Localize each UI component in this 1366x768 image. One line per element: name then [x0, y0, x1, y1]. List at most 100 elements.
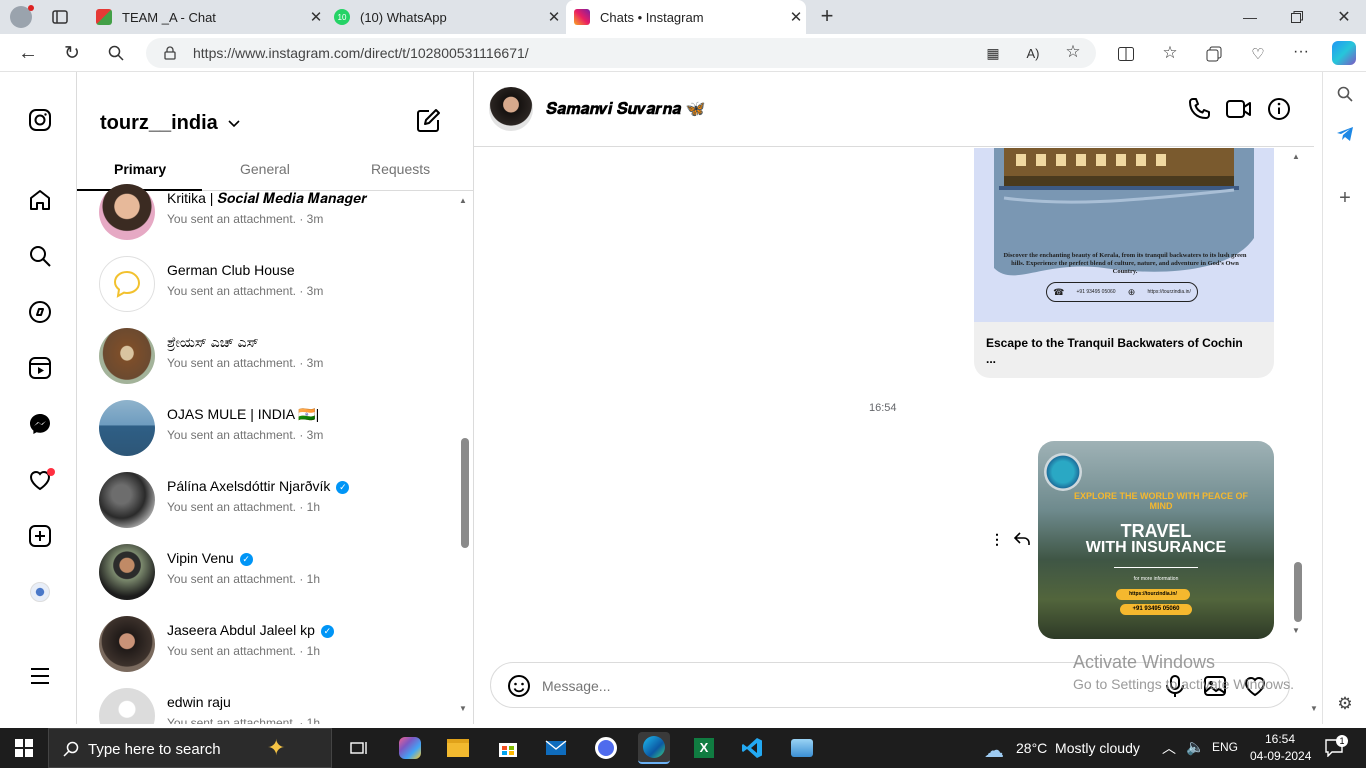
scroll-up-arrow[interactable]: ▲	[1292, 152, 1300, 161]
account-switcher[interactable]: tourz__india	[100, 112, 240, 135]
list-item[interactable]: German Club House You sent an attachment…	[99, 256, 449, 320]
performance-icon[interactable]: ♡	[1248, 44, 1268, 64]
scrollbar-thumb[interactable]	[461, 438, 469, 548]
list-item[interactable]: Pálína Axelsdóttir Njarðvík ✓ You sent an…	[99, 472, 449, 536]
contact-name[interactable]: 𝑺𝒂𝒎𝒂𝒏𝒗𝒊 𝑺𝒖𝒗𝒂𝒓𝒏𝒂 🦋	[546, 99, 705, 119]
clock-date[interactable]: 04-09-2024	[1250, 749, 1311, 763]
telegram-icon[interactable]	[1335, 124, 1355, 144]
info-icon[interactable]	[1266, 96, 1292, 122]
close-window-button[interactable]: ✕	[1332, 6, 1356, 28]
chat-preview: You sent an attachment. · 3m	[167, 428, 324, 442]
clock-time[interactable]: 16:54	[1265, 732, 1295, 746]
restore-button[interactable]	[1285, 6, 1309, 28]
app-available-icon[interactable]: ▦	[984, 44, 1002, 62]
notification-count-badge: 1	[1336, 735, 1348, 747]
contact-avatar[interactable]	[489, 87, 533, 131]
favorites-icon[interactable]: ☆	[1160, 43, 1180, 63]
address-bar[interactable]: https://www.instagram.com/direct/t/10280…	[146, 38, 1096, 68]
list-item[interactable]: OJAS MULE | INDIA 🇮🇳| You sent an attach…	[99, 400, 449, 464]
hamburger-menu-icon[interactable]	[28, 664, 52, 688]
globe-logo-icon	[1044, 453, 1082, 491]
edge-browser-icon[interactable]	[638, 732, 670, 764]
search-icon[interactable]	[104, 42, 128, 64]
split-screen-icon[interactable]	[1116, 44, 1136, 64]
weather-cloud-icon[interactable]: ☁	[984, 738, 1004, 763]
chat-preview: You sent an attachment. · 3m	[167, 356, 324, 370]
home-icon[interactable]	[28, 188, 52, 212]
taskbar-search-box[interactable]: Type here to search ✦	[48, 728, 332, 768]
volume-icon[interactable]: 🔈	[1186, 738, 1205, 756]
favorite-star-icon[interactable]: ☆	[1064, 42, 1082, 61]
task-view-icon[interactable]	[344, 732, 376, 764]
tab-primary[interactable]: Primary	[114, 161, 166, 177]
tab-requests[interactable]: Requests	[371, 161, 430, 177]
reply-icon[interactable]	[1012, 530, 1032, 548]
show-hidden-icons-chevron-up-icon[interactable]: ︿	[1162, 738, 1176, 758]
language-indicator[interactable]: ENG	[1212, 740, 1238, 754]
more-options-icon[interactable]: ⋮	[990, 530, 1004, 548]
tab-team-chat[interactable]: TEAM _A - Chat ✕	[88, 0, 326, 34]
list-item[interactable]: Kritika | 𝑺𝒐𝒄𝒊𝒂𝒍 𝑴𝒆𝒅𝒊𝒂 𝑴𝒂𝒏𝒂𝒈𝒆𝒓 You sent …	[99, 184, 449, 248]
file-explorer-icon[interactable]	[442, 732, 474, 764]
weather-text[interactable]: 28°C Mostly cloudy	[1016, 740, 1140, 756]
close-icon[interactable]: ✕	[544, 8, 564, 26]
reels-icon[interactable]	[28, 356, 52, 380]
conversation-panel: 𝑺𝒂𝒎𝒂𝒏𝒗𝒊 𝑺𝒖𝒗𝒂𝒓𝒏𝒂 🦋 Discover the enchantin…	[474, 72, 1314, 724]
profile-avatar[interactable]	[30, 582, 50, 602]
scroll-down-arrow[interactable]: ▼	[459, 704, 467, 713]
tab-general[interactable]: General	[240, 161, 290, 177]
page-scroll-down-arrow[interactable]: ▼	[1310, 704, 1318, 713]
minimize-button[interactable]: —	[1238, 6, 1262, 28]
mail-icon[interactable]	[540, 732, 572, 764]
close-icon[interactable]: ✕	[786, 8, 806, 26]
phone-call-icon[interactable]	[1186, 96, 1212, 122]
emoji-icon[interactable]	[507, 674, 531, 698]
copilot-taskbar-icon[interactable]	[394, 732, 426, 764]
excel-icon[interactable]: X	[688, 732, 720, 764]
list-item[interactable]: Vipin Venu ✓ You sent an attachment. · 1h	[99, 544, 449, 608]
video-call-icon[interactable]	[1225, 96, 1253, 122]
tab-instagram[interactable]: Chats • Instagram ✕	[566, 0, 806, 34]
insurance-url-pill: https://tourzindia.in/	[1116, 589, 1190, 600]
tab-actions-icon[interactable]	[50, 8, 70, 26]
globe-icon: ⊕	[1127, 286, 1136, 297]
lock-icon[interactable]	[162, 45, 178, 61]
scroll-down-arrow[interactable]: ▼	[1292, 626, 1300, 635]
windows-taskbar: Type here to search ✦ X ☁ 28°C Mostly cl…	[0, 728, 1366, 768]
tab-whatsapp[interactable]: 10 (10) WhatsApp ✕	[326, 0, 564, 34]
whatsapp-icon: 10	[334, 9, 350, 25]
explore-icon[interactable]	[28, 300, 52, 324]
settings-gear-icon[interactable]: ⚙	[1335, 694, 1355, 714]
search-icon	[61, 739, 81, 759]
read-aloud-icon[interactable]: A)	[1024, 44, 1042, 62]
instagram-logo-icon[interactable]	[28, 108, 52, 132]
scrollbar-thumb[interactable]	[1294, 562, 1302, 622]
list-item[interactable]: edwin raju You sent an attachment. · 1h	[99, 688, 449, 724]
close-icon[interactable]: ✕	[306, 8, 326, 26]
message-input[interactable]	[542, 675, 1102, 697]
windows-start-icon[interactable]	[14, 738, 34, 758]
more-menu-icon[interactable]: ···	[1291, 42, 1311, 62]
list-item[interactable]: ಶ್ರೇಯಸ್ ಎಚ್ ಎಸ್ You sent an attachment. …	[99, 328, 449, 392]
back-icon[interactable]: ←	[16, 42, 40, 64]
copilot-icon[interactable]	[1332, 41, 1356, 65]
shared-image-insurance[interactable]: EXPLORE THE WORLD WITH PEACE OF MIND TRA…	[1038, 441, 1274, 639]
microsoft-store-icon[interactable]	[492, 732, 524, 764]
vscode-icon[interactable]	[736, 732, 768, 764]
messenger-icon[interactable]	[28, 412, 52, 436]
refresh-icon[interactable]: ↻	[60, 42, 84, 64]
create-icon[interactable]	[28, 524, 52, 548]
scroll-up-arrow[interactable]: ▲	[459, 196, 467, 205]
list-item[interactable]: Jaseera Abdul Jaleel kp ✓ You sent an att…	[99, 616, 449, 680]
new-tab-button[interactable]: +	[816, 3, 838, 28]
add-icon[interactable]: +	[1335, 187, 1355, 209]
post-description: Discover the enchanting beauty of Kerala…	[1003, 252, 1247, 275]
photos-app-icon[interactable]	[786, 732, 818, 764]
search-icon[interactable]	[28, 244, 52, 268]
shared-post-card[interactable]: Discover the enchanting beauty of Kerala…	[974, 148, 1274, 378]
new-message-icon[interactable]	[415, 108, 441, 134]
collections-icon[interactable]	[1204, 44, 1224, 64]
search-icon[interactable]	[1335, 84, 1355, 104]
app-circle-icon[interactable]	[590, 732, 622, 764]
post-contact-pill: ☎ +91 93495 05060 ⊕ https://tourzindia.i…	[1046, 282, 1198, 302]
